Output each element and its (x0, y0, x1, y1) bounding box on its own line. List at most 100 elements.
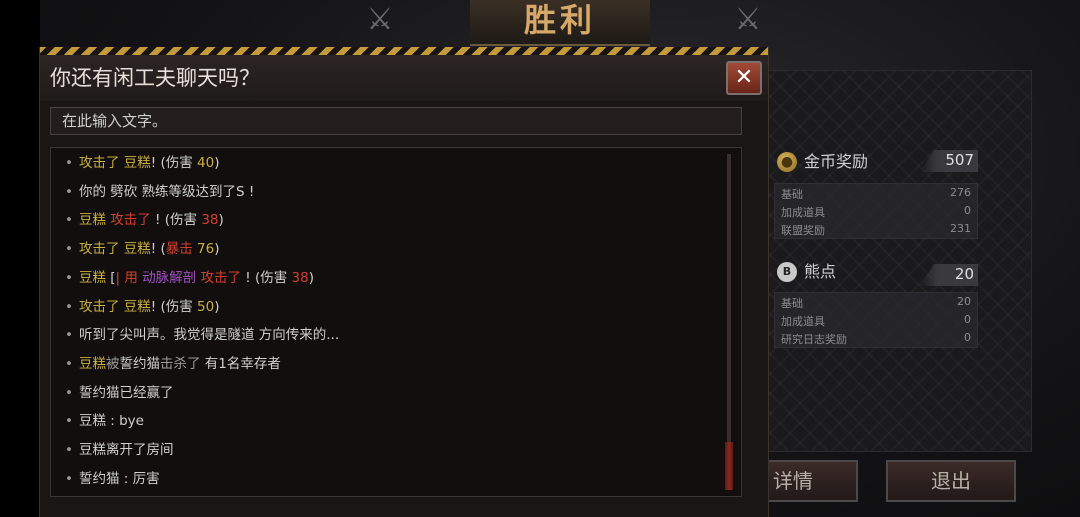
bullet-icon: • (65, 269, 73, 286)
bear-point-icon: B (777, 262, 797, 282)
chat-message: • 你的 劈砍 熟练等级达到了S ! (65, 181, 254, 203)
hazard-stripe-border (40, 47, 768, 55)
chat-text-segment: ! ( (150, 241, 166, 258)
bullet-icon: • (65, 470, 73, 487)
close-button[interactable]: ✕ (726, 61, 762, 95)
chat-message: • 豆糕 攻击了 ! (伤害 38) (65, 209, 224, 231)
chat-text-segment: 动脉解剖 (142, 269, 201, 286)
reward-row-value: 0 (964, 331, 971, 344)
bear-point-title: 熊点 (804, 262, 837, 281)
chat-text-segment: ) (214, 155, 220, 171)
dialog-title: 你还有闲工夫聊天吗？ (50, 66, 260, 90)
chat-text-segment: 你的 劈砍 熟练等级达到了S ! (78, 183, 255, 200)
gold-reward-header: ● 金币奖励 507 (774, 150, 978, 176)
chat-text-segment: ! (伤害 (150, 212, 202, 229)
reward-row: 基础 276 (775, 184, 977, 202)
exit-button[interactable]: 退出 (886, 460, 1016, 502)
chat-text-segment: 誓约猫已经赢了 (78, 384, 174, 401)
chat-text-segment: 听到了尖叫声。我觉得是隧道 方向传来的... (78, 327, 340, 344)
reward-row-label: 加成道具 (781, 206, 825, 219)
reward-row-label: 研究日志奖励 (781, 333, 847, 346)
chat-message: • 豆糕 : bye (65, 410, 144, 432)
bullet-icon: • (65, 327, 73, 344)
chat-message: • 誓约猫 : 厉害 (65, 468, 160, 490)
chat-text-segment: 暴击 (165, 241, 198, 258)
chat-text-segment: 38 (291, 269, 309, 286)
chat-dialog: 你还有闲工夫聊天吗？ ✕ 在此输入文字。 • 攻击了 豆糕 ! (伤害 40) • 你的… (39, 47, 769, 517)
gold-total: 507 (945, 151, 974, 169)
coin-icon: ● (777, 152, 797, 172)
crossed-guns-icon: ⚔ (734, 2, 762, 37)
chat-message: • 誓约猫已经赢了 (65, 382, 173, 404)
reward-row-label: 联盟奖励 (781, 224, 825, 237)
chat-message: • 攻击了 豆糕! (暴击 76) (65, 238, 220, 260)
reward-row-value: 20 (957, 295, 971, 308)
victory-banner: 胜利 (470, 0, 650, 46)
chat-text-segment: 攻击了 豆糕 (78, 155, 151, 171)
dialog-header: 你还有闲工夫聊天吗？ ✕ (40, 55, 768, 101)
chat-message: • 攻击了 豆糕! (伤害 40) (65, 152, 220, 174)
bullet-icon: • (65, 384, 73, 401)
reward-row-value: 276 (950, 186, 971, 199)
chat-text-segment: ) (308, 269, 315, 286)
chat-text-segment: 50 (197, 298, 215, 315)
chat-message: • 攻击了 豆糕! (伤害 50) (65, 296, 220, 318)
chat-text-segment: 攻击了 豆糕 (78, 241, 151, 258)
chat-text-segment: 豆糕 (78, 212, 111, 229)
chat-text-segment: 击杀了 (159, 355, 205, 372)
reward-row-value: 0 (964, 313, 971, 326)
reward-row: 研究日志奖励 0 (775, 329, 977, 347)
reward-row-label: 加成道具 (781, 315, 825, 328)
reward-row: 联盟奖励 231 (775, 220, 977, 238)
chat-text-segment: ) (214, 298, 220, 315)
gold-reward-breakdown: 基础 276 加成道具 0 联盟奖励 231 (774, 183, 978, 239)
bullet-icon: • (65, 298, 73, 315)
chat-text-segment: ! (伤害 (245, 269, 292, 286)
chat-message: • 听到了尖叫声。我觉得是隧道 方向传来的... (65, 324, 339, 346)
bear-total-box: 20 (920, 264, 978, 286)
gold-total-box: 507 (920, 150, 978, 172)
chat-text-segment: 誓约猫 (119, 355, 160, 372)
victory-title: 胜利 (523, 1, 596, 39)
reward-row-value: 0 (964, 204, 971, 217)
chat-message: • 豆糕被誓约猫击杀了 有1名幸存者 (65, 353, 281, 375)
chat-text-segment: ! (伤害 (150, 298, 198, 315)
reward-row-label: 基础 (781, 188, 803, 201)
chat-text-segment: ) (218, 212, 224, 229)
chat-text-segment: 誓约猫 : 厉害 (78, 470, 160, 487)
bullet-icon: • (65, 155, 73, 171)
chat-text-segment: 有1名幸存者 (204, 355, 281, 372)
chat-text-segment: ) (214, 241, 220, 258)
bear-point-breakdown: 基础 20 加成道具 0 研究日志奖励 0 (774, 292, 978, 348)
bear-point-header: B 熊点 20 (774, 260, 978, 286)
bullet-icon: • (65, 183, 73, 200)
crossed-guns-icon: ⚔ (366, 2, 394, 37)
chat-text-segment: 攻击了 (200, 269, 246, 286)
reward-row: 加成道具 0 (775, 311, 977, 329)
scrollbar-track[interactable] (727, 154, 731, 490)
bear-total: 20 (954, 265, 974, 283)
bullet-icon: • (65, 212, 73, 229)
chat-text-segment: 被 (105, 355, 120, 372)
left-border (0, 0, 40, 517)
chat-text-segment: 攻击了 (110, 212, 151, 229)
bullet-icon: • (65, 355, 73, 372)
chat-text-segment: | 用 (115, 269, 143, 286)
chat-text-segment: 40 (197, 155, 215, 171)
chat-message: • 豆糕离开了房间 (65, 439, 173, 461)
chat-text-segment: 38 (201, 212, 219, 229)
chat-input[interactable]: 在此输入文字。 (50, 107, 742, 135)
bullet-icon: • (65, 241, 73, 258)
chat-log[interactable]: • 攻击了 豆糕 ! (伤害 40) • 你的 劈砍 熟练等级达到了S ! • 豆糕 攻击了… (50, 147, 742, 497)
chat-text-segment: 豆糕 (78, 269, 111, 286)
reward-row-label: 基础 (781, 297, 803, 310)
chat-text-segment: 豆糕离开了房间 (78, 442, 174, 458)
chat-text-segment: 豆糕 (78, 355, 106, 372)
bullet-icon: • (65, 413, 73, 430)
scrollbar-thumb[interactable] (725, 442, 733, 490)
chat-message: • 豆糕 [| 用 动脉解剖 攻击了 ! (伤害 38) (65, 267, 314, 289)
gold-reward-title: 金币奖励 (804, 152, 869, 171)
bullet-icon: • (65, 442, 73, 458)
reward-row: 加成道具 0 (775, 202, 977, 220)
reward-row-value: 231 (950, 222, 971, 235)
